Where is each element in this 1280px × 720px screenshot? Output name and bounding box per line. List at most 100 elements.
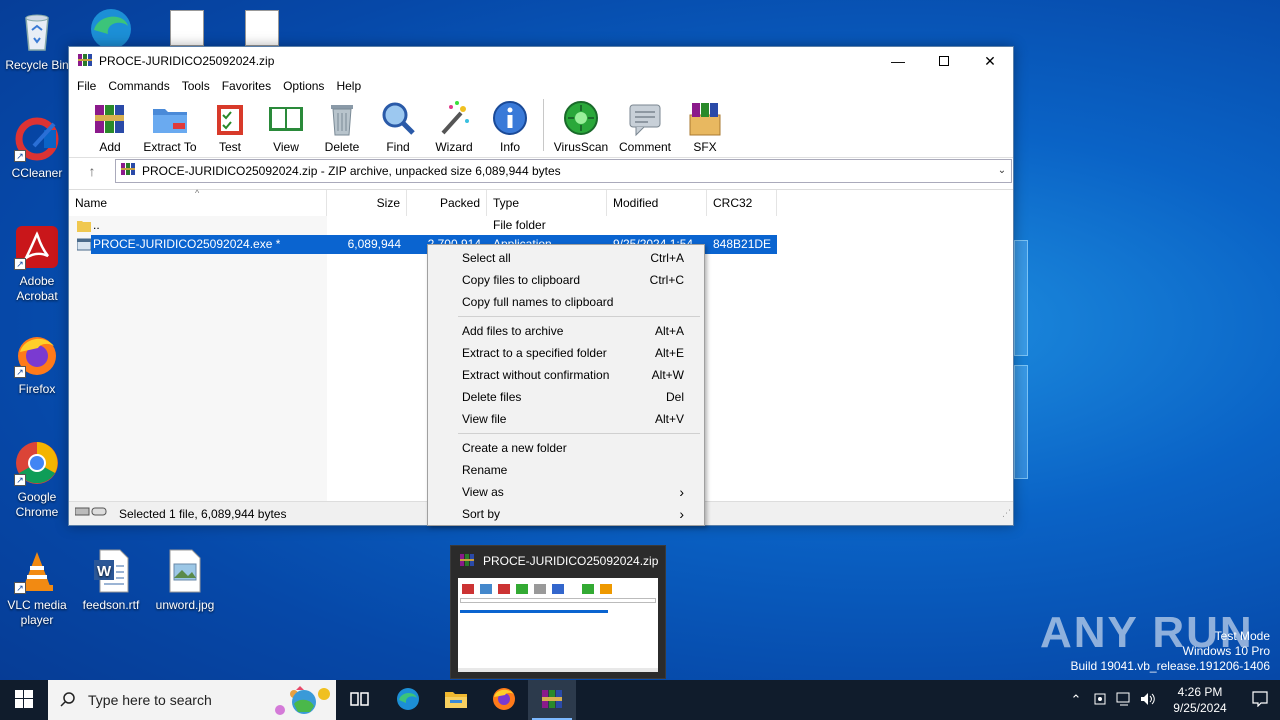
view-button[interactable]: View: [259, 99, 313, 154]
task-view-button[interactable]: [336, 680, 384, 720]
shortcut-arrow-icon: ↗: [14, 258, 26, 270]
address-field[interactable]: PROCE-JURIDICO25092024.zip - ZIP archive…: [115, 158, 1012, 183]
test-button[interactable]: Test: [203, 99, 257, 154]
desktop-icon-label: Google Chrome: [15, 490, 59, 519]
column-header-size[interactable]: Size: [327, 190, 407, 216]
virusscan-button[interactable]: VirusScan: [550, 99, 612, 154]
menu-item-copy-full-names[interactable]: Copy full names to clipboard: [428, 291, 704, 313]
menu-item-extract-to-folder[interactable]: Extract to a specified folder Alt+E: [428, 342, 704, 364]
column-header-packed[interactable]: Packed: [407, 190, 487, 216]
column-header-type[interactable]: Type: [487, 190, 607, 216]
shortcut-arrow-icon: ↗: [14, 150, 26, 162]
delete-button[interactable]: Delete: [315, 99, 369, 154]
menu-item-label: Delete files: [462, 390, 522, 404]
desktop-icon-edge[interactable]: [86, 4, 136, 49]
menu-tools[interactable]: Tools: [176, 79, 216, 93]
network-device-icon[interactable]: [1088, 692, 1112, 709]
up-arrow-icon[interactable]: ↑: [69, 163, 115, 179]
clock-time: 4:26 PM: [1177, 685, 1223, 699]
desktop-icon-file-2[interactable]: [245, 10, 279, 46]
menu-item-shortcut: Alt+V: [654, 412, 684, 426]
menu-item-select-all[interactable]: Select all Ctrl+A: [428, 247, 704, 269]
address-text: PROCE-JURIDICO25092024.zip - ZIP archive…: [142, 163, 561, 178]
taskbar-search-box[interactable]: Type here to search: [48, 680, 336, 720]
desktop-icon-feedson-rtf[interactable]: W feedson.rtf: [74, 548, 148, 613]
find-button[interactable]: Find: [371, 99, 425, 154]
title-bar[interactable]: PROCE-JURIDICO25092024.zip — ✕: [69, 47, 1013, 75]
view-label: View: [273, 140, 299, 154]
menu-item-shortcut: Del: [665, 390, 684, 404]
firefox-icon: ↗: [14, 332, 60, 378]
search-placeholder: Type here to search: [88, 692, 212, 708]
network-icon[interactable]: [1112, 692, 1136, 709]
menu-item-copy-files[interactable]: Copy files to clipboard Ctrl+C: [428, 269, 704, 291]
menu-item-create-folder[interactable]: Create a new folder: [428, 437, 704, 459]
shortcut-arrow-icon: ↗: [14, 582, 26, 594]
menu-item-add-files[interactable]: Add files to archive Alt+A: [428, 320, 704, 342]
menu-file[interactable]: File: [71, 79, 102, 93]
desktop-icon-vlc[interactable]: ↗ VLC media player: [0, 548, 74, 628]
menu-item-delete-files[interactable]: Delete files Del: [428, 386, 704, 408]
comment-button[interactable]: Comment: [614, 99, 676, 154]
taskbar-edge-button[interactable]: [384, 680, 432, 720]
wizard-button[interactable]: Wizard: [427, 99, 481, 154]
recycle-bin-icon: [14, 8, 60, 54]
menu-favorites[interactable]: Favorites: [216, 79, 277, 93]
notification-center-button[interactable]: [1240, 690, 1280, 710]
extract-folder-icon: [151, 99, 189, 137]
taskbar-firefox-button[interactable]: [480, 680, 528, 720]
virusscan-label: VirusScan: [553, 140, 609, 154]
desktop-icon-label: unword.jpg: [155, 598, 215, 612]
desktop-icon-firefox[interactable]: ↗ Firefox: [0, 332, 74, 397]
thumbnail-window-preview: [458, 578, 658, 672]
start-button[interactable]: [0, 680, 48, 720]
volume-icon[interactable]: [1136, 692, 1160, 709]
minimize-button[interactable]: —: [875, 47, 921, 75]
menu-item-extract-without-confirmation[interactable]: Extract without confirmation Alt+W: [428, 364, 704, 386]
trash-can-icon: [323, 99, 361, 137]
resize-grip-icon[interactable]: ⋰: [1002, 508, 1011, 519]
taskbar-clock[interactable]: 4:26 PM 9/25/2024: [1160, 684, 1240, 716]
column-header-crc32[interactable]: CRC32: [707, 190, 777, 216]
desktop-icon-file-1[interactable]: [170, 10, 204, 46]
word-document-icon: W: [88, 548, 134, 594]
archive-icon: [120, 161, 136, 180]
menu-options[interactable]: Options: [277, 79, 330, 93]
menu-help[interactable]: Help: [330, 79, 367, 93]
extract-to-button[interactable]: Extract To: [139, 99, 201, 154]
thumbnail-title: PROCE-JURIDICO25092024.zip: [483, 554, 659, 568]
chevron-up-icon[interactable]: ⌃: [1064, 692, 1088, 708]
desktop-icon-unword-jpg[interactable]: unword.jpg: [148, 548, 222, 613]
desktop-icon-ccleaner[interactable]: ↗ CCleaner: [0, 116, 74, 181]
watermark-line-2: Windows 10 Pro: [1182, 644, 1270, 658]
menu-item-view-as[interactable]: View as ›: [428, 481, 704, 503]
close-button[interactable]: ✕: [967, 47, 1013, 75]
menu-item-rename[interactable]: Rename: [428, 459, 704, 481]
menu-commands[interactable]: Commands: [102, 79, 175, 93]
menu-item-view-file[interactable]: View file Alt+V: [428, 408, 704, 430]
table-row[interactable]: .. File folder: [69, 216, 1013, 235]
taskbar-thumbnail-preview[interactable]: PROCE-JURIDICO25092024.zip: [450, 545, 666, 679]
menu-item-sort-by[interactable]: Sort by ›: [428, 503, 704, 525]
desktop-icon-adobe-acrobat[interactable]: ↗ Adobe Acrobat: [0, 224, 74, 304]
status-text: Selected 1 file, 6,089,944 bytes: [119, 506, 287, 521]
column-header-modified[interactable]: Modified: [607, 190, 707, 216]
menu-item-shortcut: Alt+E: [654, 346, 684, 360]
row-crc32: 848B21DE: [713, 237, 772, 251]
desktop-icon-recycle-bin[interactable]: Recycle Bin: [0, 8, 74, 73]
preview-selected-row: [460, 610, 608, 613]
menu-item-label: Create a new folder: [462, 441, 567, 455]
taskbar-winrar-button[interactable]: [528, 680, 576, 720]
menu-item-label: Sort by: [462, 507, 501, 521]
menu-item-shortcut: Alt+A: [654, 324, 684, 338]
desktop-icon-google-chrome[interactable]: ↗ Google Chrome: [0, 440, 74, 520]
info-button[interactable]: Info: [483, 99, 537, 154]
sfx-button[interactable]: SFX: [678, 99, 732, 154]
menu-item-shortcut: Ctrl+A: [650, 251, 684, 265]
taskbar-file-explorer-button[interactable]: [432, 680, 480, 720]
desktop-icon-label: feedson.rtf: [82, 598, 140, 612]
add-button[interactable]: Add: [83, 99, 137, 154]
shortcut-arrow-icon: ↗: [14, 474, 26, 486]
maximize-button[interactable]: [921, 47, 967, 75]
chevron-down-icon[interactable]: ⌄: [993, 165, 1011, 176]
